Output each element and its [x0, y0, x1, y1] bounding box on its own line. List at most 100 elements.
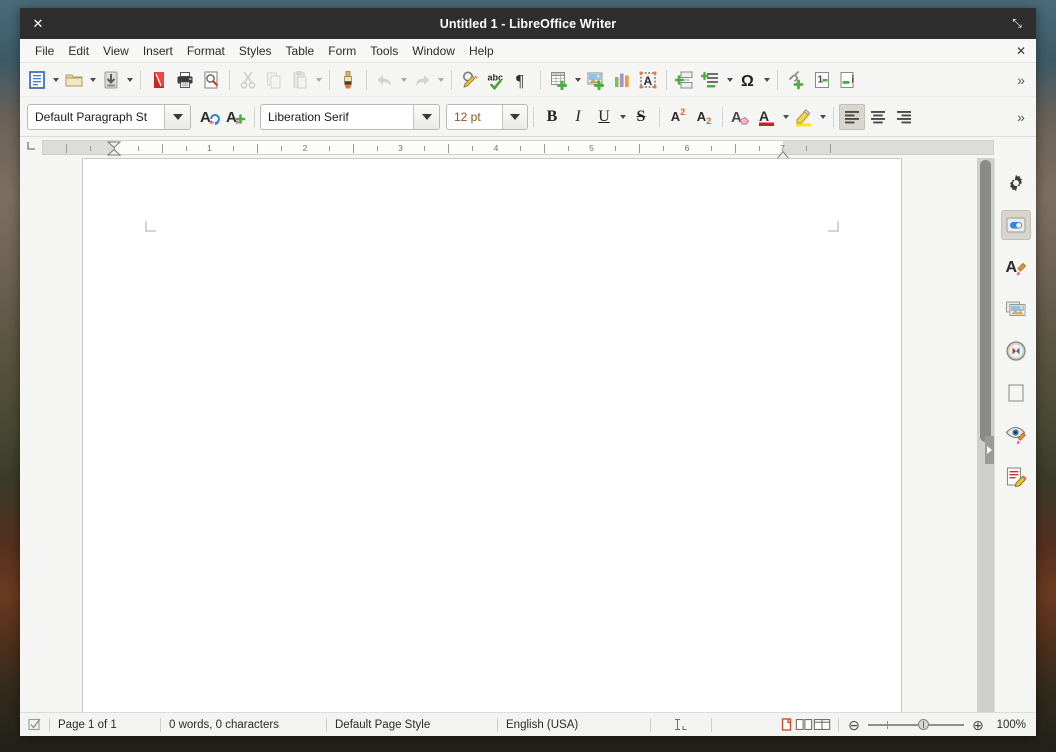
- formatting-toolbar-overflow-button[interactable]: »: [1012, 109, 1030, 125]
- export-pdf-icon[interactable]: [146, 67, 172, 93]
- footnote-icon[interactable]: 1: [809, 67, 835, 93]
- new-style-icon[interactable]: A: [223, 104, 249, 130]
- print-preview-icon[interactable]: [198, 67, 224, 93]
- sidebar-properties-icon[interactable]: [1000, 210, 1031, 240]
- menu-insert[interactable]: Insert: [136, 41, 180, 61]
- sidebar-settings-icon[interactable]: [1001, 168, 1031, 198]
- undo-dropdown[interactable]: [398, 67, 409, 93]
- menu-help[interactable]: Help: [462, 41, 501, 61]
- book-view-icon[interactable]: [813, 717, 831, 733]
- menu-view[interactable]: View: [96, 41, 136, 61]
- single-page-view-icon[interactable]: [777, 717, 795, 733]
- redo-dropdown[interactable]: [435, 67, 446, 93]
- menu-tools[interactable]: Tools: [363, 41, 405, 61]
- menu-styles[interactable]: Styles: [232, 41, 279, 61]
- superscript-button[interactable]: A 2: [665, 104, 691, 130]
- font-color-icon[interactable]: A: [754, 104, 780, 130]
- text-selection-mode-icon[interactable]: [651, 713, 711, 736]
- open-file-icon[interactable]: [61, 67, 87, 93]
- font-color-dropdown[interactable]: [780, 104, 791, 130]
- redo-icon[interactable]: [409, 67, 435, 93]
- font-name-combobox[interactable]: Liberation Serif: [260, 103, 440, 130]
- insert-page-break-icon[interactable]: [672, 67, 698, 93]
- new-document-dropdown[interactable]: [50, 67, 61, 93]
- special-character-icon[interactable]: Ω: [735, 67, 761, 93]
- bold-button[interactable]: B: [539, 104, 565, 130]
- vertical-scrollbar[interactable]: [977, 158, 994, 712]
- sidebar-show-hide-handle[interactable]: [985, 436, 994, 464]
- sidebar-navigator-icon[interactable]: [1001, 336, 1031, 366]
- subscript-button[interactable]: A 2: [691, 104, 717, 130]
- align-right-button[interactable]: [891, 104, 917, 130]
- sidebar-page-icon[interactable]: [1001, 378, 1031, 408]
- italic-button[interactable]: I: [565, 104, 591, 130]
- cut-icon[interactable]: [235, 67, 261, 93]
- insert-table-icon[interactable]: [546, 67, 572, 93]
- zoom-slider-knob[interactable]: [917, 719, 929, 730]
- insert-table-dropdown[interactable]: [572, 67, 583, 93]
- menu-format[interactable]: Format: [180, 41, 232, 61]
- open-file-dropdown[interactable]: [87, 67, 98, 93]
- vertical-scrollbar-thumb[interactable]: [980, 160, 991, 442]
- menu-form[interactable]: Form: [321, 41, 363, 61]
- save-status-icon[interactable]: [20, 713, 49, 736]
- copy-icon[interactable]: [261, 67, 287, 93]
- print-icon[interactable]: [172, 67, 198, 93]
- font-size-combobox[interactable]: 12 pt: [446, 103, 528, 130]
- clear-formatting-icon[interactable]: A: [728, 104, 754, 130]
- font-size-dropdown-arrow[interactable]: [501, 104, 527, 129]
- standard-toolbar-overflow-button[interactable]: »: [1012, 72, 1030, 88]
- zoom-level[interactable]: 100%: [986, 713, 1036, 736]
- insert-text-box-icon[interactable]: A: [635, 67, 661, 93]
- align-left-button[interactable]: [839, 103, 865, 130]
- insert-field-dropdown[interactable]: [724, 67, 735, 93]
- insert-chart-icon[interactable]: [609, 67, 635, 93]
- sidebar-style-inspector-icon[interactable]: [1001, 420, 1031, 450]
- special-character-dropdown[interactable]: [761, 67, 772, 93]
- find-replace-icon[interactable]: [457, 67, 483, 93]
- sidebar-manage-changes-icon[interactable]: [1001, 462, 1031, 492]
- multi-page-view-icon[interactable]: [795, 717, 813, 733]
- word-count[interactable]: 0 words, 0 characters: [161, 713, 326, 736]
- align-center-button[interactable]: [865, 104, 891, 130]
- zoom-in-button[interactable]: ⊕: [970, 717, 986, 733]
- zoom-slider[interactable]: [868, 717, 964, 733]
- zoom-out-button[interactable]: ⊖: [846, 717, 862, 733]
- font-name-dropdown-arrow[interactable]: [413, 104, 439, 129]
- endnote-icon[interactable]: [835, 67, 861, 93]
- clone-formatting-icon[interactable]: [335, 67, 361, 93]
- underline-button[interactable]: U: [591, 104, 617, 130]
- new-document-icon[interactable]: [24, 67, 50, 93]
- document-area[interactable]: [20, 158, 977, 712]
- update-style-icon[interactable]: A: [197, 104, 223, 130]
- close-document-button[interactable]: ✕: [1014, 44, 1028, 58]
- page-info[interactable]: Page 1 of 1: [50, 713, 160, 736]
- save-dropdown[interactable]: [124, 67, 135, 93]
- menu-edit[interactable]: Edit: [61, 41, 96, 61]
- undo-icon[interactable]: [372, 67, 398, 93]
- menu-window[interactable]: Window: [405, 41, 462, 61]
- document-page[interactable]: [82, 158, 902, 712]
- paragraph-style-combobox[interactable]: Default Paragraph St: [27, 103, 191, 130]
- page-style[interactable]: Default Page Style: [327, 713, 497, 736]
- paste-icon[interactable]: [287, 67, 313, 93]
- insert-field-icon[interactable]: [698, 67, 724, 93]
- sidebar-gallery-icon[interactable]: [1001, 294, 1031, 324]
- paragraph-style-dropdown-arrow[interactable]: [164, 104, 190, 129]
- insert-image-icon[interactable]: [583, 67, 609, 93]
- spelling-icon[interactable]: abc: [483, 67, 509, 93]
- window-close-button[interactable]: ✕: [25, 11, 51, 37]
- highlight-color-dropdown[interactable]: [817, 104, 828, 130]
- underline-dropdown[interactable]: [617, 104, 628, 130]
- save-icon[interactable]: [98, 67, 124, 93]
- window-maximize-button[interactable]: ⤡: [1004, 11, 1030, 37]
- horizontal-ruler[interactable]: 1234567: [42, 140, 994, 160]
- formatting-marks-icon[interactable]: ¶: [509, 67, 535, 93]
- highlight-color-icon[interactable]: [791, 104, 817, 130]
- hyperlink-icon[interactable]: [783, 67, 809, 93]
- sidebar-styles-icon[interactable]: A: [1001, 252, 1031, 282]
- paste-dropdown[interactable]: [313, 67, 324, 93]
- language-status[interactable]: English (USA): [498, 713, 650, 736]
- menu-file[interactable]: File: [28, 41, 61, 61]
- menu-table[interactable]: Table: [279, 41, 322, 61]
